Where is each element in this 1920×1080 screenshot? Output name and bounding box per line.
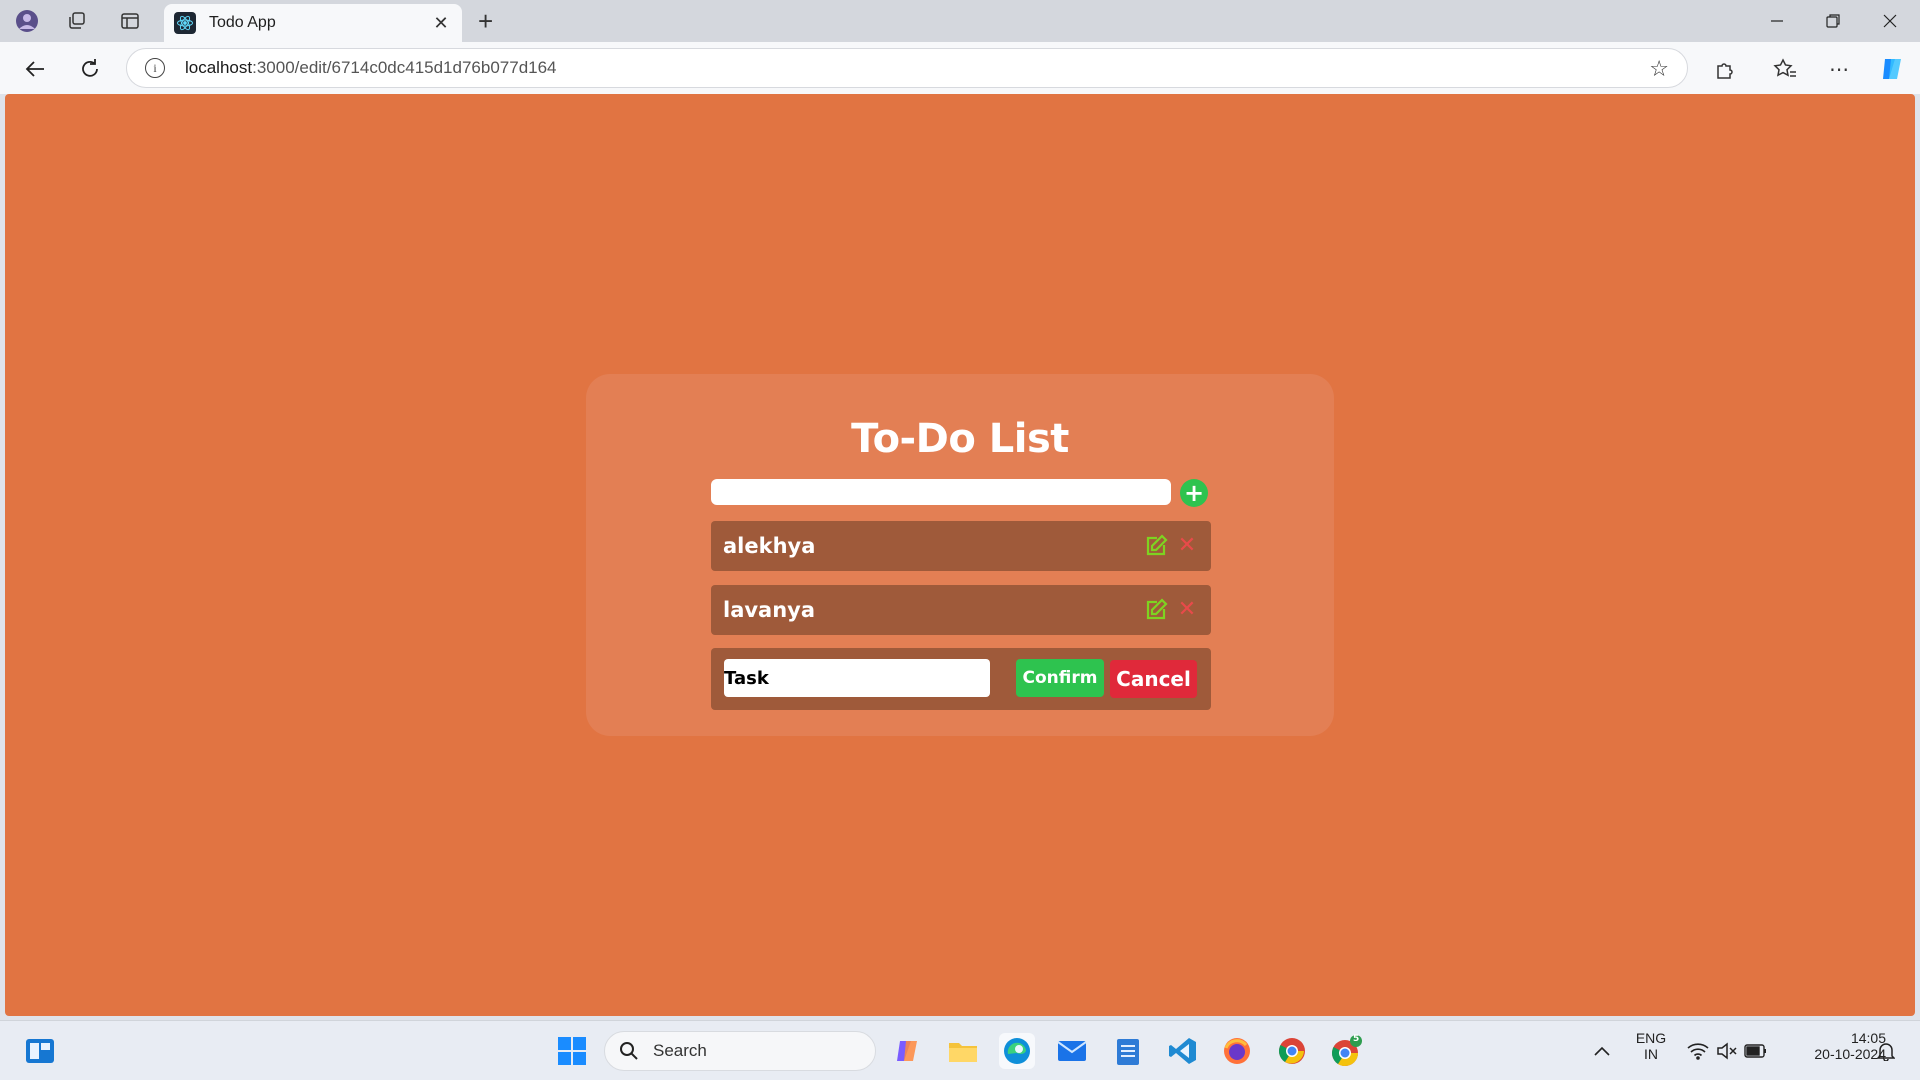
browser-toolbar: i localhost:3000/edit/6714c0dc415d1d76b0… [0, 42, 1920, 94]
window-close-icon[interactable] [1870, 8, 1910, 34]
edge-browser-icon[interactable] [999, 1033, 1035, 1069]
chrome-badge: 5 [1353, 1034, 1360, 1044]
start-windows-icon[interactable] [554, 1033, 590, 1069]
new-task-input[interactable] [711, 479, 1171, 505]
address-bar[interactable]: i localhost:3000/edit/6714c0dc415d1d76b0… [126, 48, 1688, 88]
url-host: localhost [185, 58, 253, 77]
favorite-star-icon[interactable]: ☆ [1649, 57, 1669, 82]
page-title: To-Do List [851, 416, 1069, 462]
notifications-bell-icon[interactable] [1868, 1033, 1904, 1069]
edit-icon[interactable] [1144, 598, 1168, 622]
browser-tab-active[interactable]: Todo App ✕ [164, 4, 462, 42]
copilot-icon[interactable] [1878, 54, 1908, 84]
cancel-button[interactable]: Cancel [1110, 660, 1197, 698]
app-page: To-Do List + alekhya ✕ lavanya ✕ Confirm… [5, 94, 1915, 1016]
restore-icon[interactable] [1813, 8, 1853, 34]
edit-icon[interactable] [1144, 534, 1168, 558]
favorites-icon[interactable] [1770, 54, 1800, 84]
search-icon [620, 1042, 638, 1060]
new-tab-icon[interactable]: + [478, 8, 493, 34]
language-indicator[interactable]: ENG IN [1628, 1030, 1674, 1062]
todo-item: alekhya ✕ [711, 521, 1211, 571]
edit-task-input[interactable] [724, 659, 990, 697]
file-explorer-icon[interactable] [945, 1033, 981, 1069]
language-line1: ENG [1635, 1030, 1667, 1046]
profile-avatar-icon[interactable] [15, 9, 39, 33]
tab-close-icon[interactable]: ✕ [430, 12, 452, 34]
refresh-icon[interactable] [75, 54, 105, 84]
copilot-app-icon[interactable] [890, 1033, 926, 1069]
delete-icon[interactable]: ✕ [1177, 533, 1197, 558]
add-task-button[interactable]: + [1180, 479, 1208, 507]
mail-icon[interactable] [1054, 1033, 1090, 1069]
url-text: localhost:3000/edit/6714c0dc415d1d76b077… [185, 58, 557, 78]
show-hidden-icons-icon[interactable] [1584, 1033, 1620, 1069]
firefox-icon[interactable] [1219, 1033, 1255, 1069]
search-placeholder: Search [653, 1041, 707, 1060]
react-favicon-icon [174, 12, 196, 34]
todo-item-text: lavanya [723, 598, 816, 622]
delete-icon[interactable]: ✕ [1177, 597, 1197, 622]
workspaces-icon[interactable] [65, 9, 89, 33]
todo-card: To-Do List + alekhya ✕ lavanya ✕ Confirm… [586, 374, 1334, 736]
windows-taskbar: Search 5 ENG IN 14:05 20-10-2024 [0, 1020, 1920, 1080]
todo-item-text: alekhya [723, 534, 816, 558]
back-icon[interactable] [20, 54, 50, 84]
url-path: :3000/edit/6714c0dc415d1d76b077d164 [252, 58, 557, 77]
chrome-profile-icon[interactable]: 5 [1329, 1033, 1365, 1069]
chrome-icon[interactable] [1274, 1033, 1310, 1069]
todo-item: lavanya ✕ [711, 585, 1211, 635]
taskbar-search[interactable]: Search [604, 1031, 876, 1071]
widgets-icon[interactable] [22, 1033, 58, 1069]
confirm-button[interactable]: Confirm [1016, 659, 1104, 697]
battery-icon[interactable] [1738, 1033, 1774, 1069]
vertical-tabs-icon[interactable] [118, 9, 142, 33]
tab-title: Todo App [209, 14, 276, 31]
browser-titlebar: Todo App ✕ + [0, 0, 1920, 42]
notepad-icon[interactable] [1110, 1033, 1146, 1069]
language-line2: IN [1644, 1046, 1658, 1062]
more-options-icon[interactable]: ⋯ [1824, 54, 1854, 84]
extensions-icon[interactable] [1710, 54, 1740, 84]
site-info-icon[interactable]: i [145, 58, 165, 78]
minimize-icon[interactable] [1757, 8, 1797, 34]
vscode-icon[interactable] [1165, 1033, 1201, 1069]
edit-task-row: Confirm Cancel [711, 648, 1211, 710]
